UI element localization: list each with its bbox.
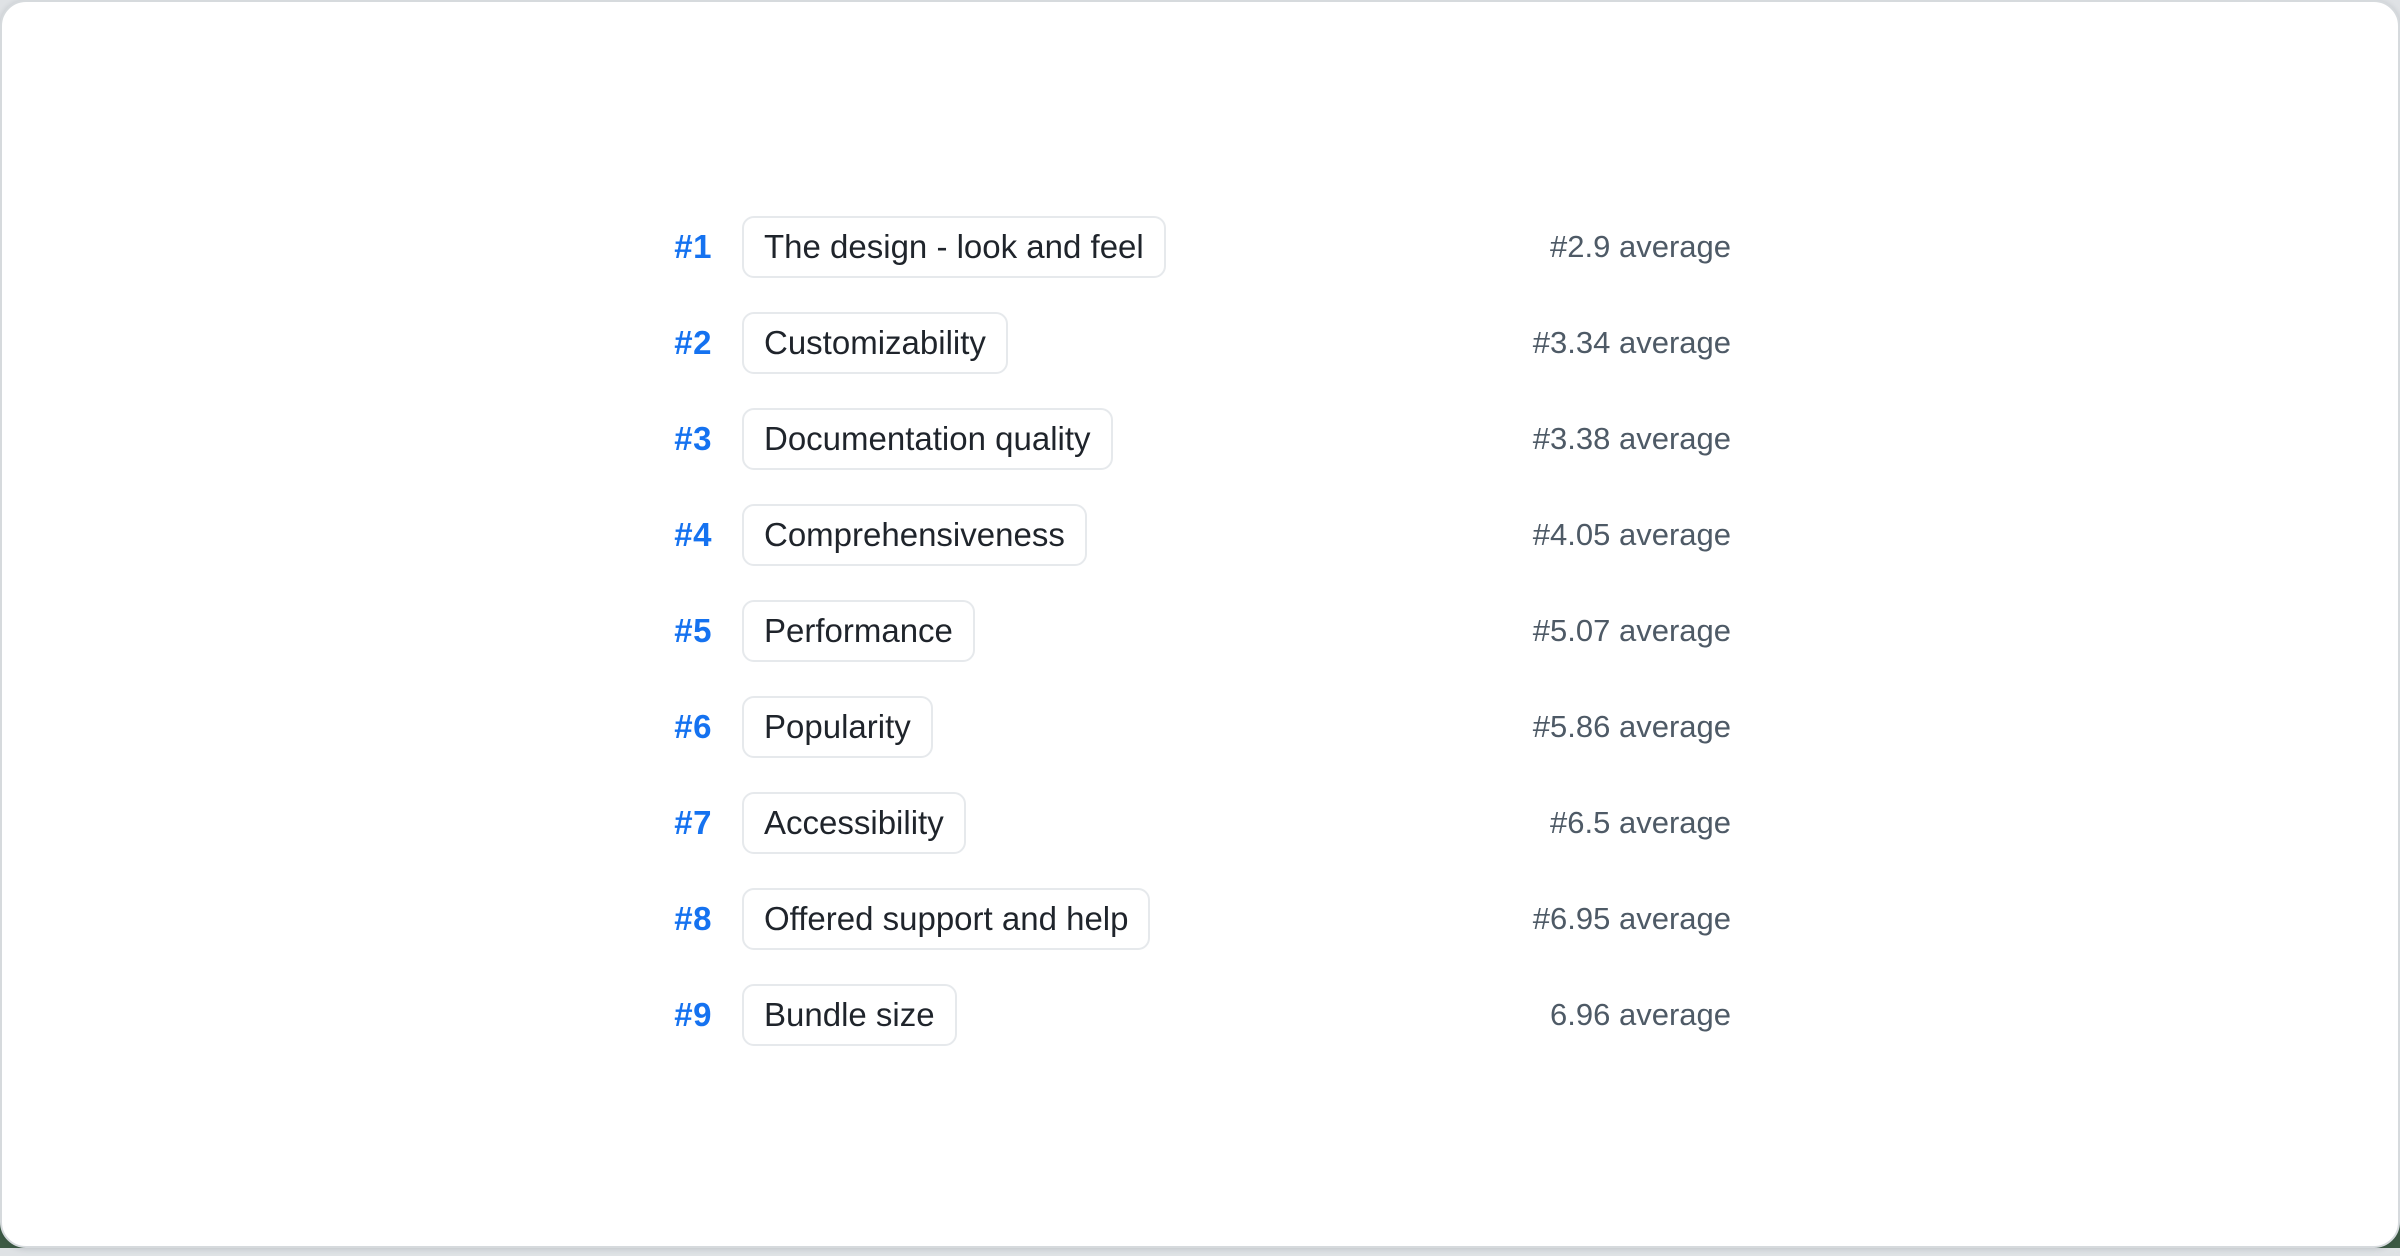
average-score: #2.9 average xyxy=(1550,229,1731,265)
average-score: #4.05 average xyxy=(1533,517,1731,553)
option-pill: Documentation quality xyxy=(742,408,1113,470)
rank-badge: #4 xyxy=(2,516,712,554)
option-label: Offered support and help xyxy=(764,900,1128,938)
rank-badge: #6 xyxy=(2,708,712,746)
rank-badge: #1 xyxy=(2,228,712,266)
option-pill: The design - look and feel xyxy=(742,216,1166,278)
rank-badge: #5 xyxy=(2,612,712,650)
option-label: The design - look and feel xyxy=(764,228,1144,266)
ranking-results-list: #1 The design - look and feel #2.9 avera… xyxy=(2,216,2398,1080)
rank-badge: #9 xyxy=(2,996,712,1034)
option-label: Customizability xyxy=(764,324,986,362)
option-pill: Comprehensiveness xyxy=(742,504,1087,566)
average-score: #3.34 average xyxy=(1533,325,1731,361)
average-score: #6.5 average xyxy=(1550,805,1731,841)
option-pill: Customizability xyxy=(742,312,1008,374)
option-pill: Bundle size xyxy=(742,984,957,1046)
ranking-row: #1 The design - look and feel #2.9 avera… xyxy=(2,216,2398,278)
option-label: Documentation quality xyxy=(764,420,1091,458)
option-label: Popularity xyxy=(764,708,911,746)
average-score: 6.96 average xyxy=(1550,997,1731,1033)
ranking-row: #9 Bundle size 6.96 average xyxy=(2,984,2398,1046)
results-card: #1 The design - look and feel #2.9 avera… xyxy=(0,0,2400,1248)
rank-badge: #7 xyxy=(2,804,712,842)
option-pill: Performance xyxy=(742,600,975,662)
option-label: Comprehensiveness xyxy=(764,516,1065,554)
ranking-row: #6 Popularity #5.86 average xyxy=(2,696,2398,758)
ranking-row: #7 Accessibility #6.5 average xyxy=(2,792,2398,854)
average-score: #5.07 average xyxy=(1533,613,1731,649)
average-score: #6.95 average xyxy=(1533,901,1731,937)
average-score: #3.38 average xyxy=(1533,421,1731,457)
option-label: Bundle size xyxy=(764,996,935,1034)
rank-badge: #8 xyxy=(2,900,712,938)
ranking-row: #5 Performance #5.07 average xyxy=(2,600,2398,662)
option-label: Performance xyxy=(764,612,953,650)
average-score: #5.86 average xyxy=(1533,709,1731,745)
option-pill: Offered support and help xyxy=(742,888,1150,950)
rank-badge: #3 xyxy=(2,420,712,458)
ranking-row: #2 Customizability #3.34 average xyxy=(2,312,2398,374)
option-pill: Popularity xyxy=(742,696,933,758)
ranking-row: #4 Comprehensiveness #4.05 average xyxy=(2,504,2398,566)
ranking-row: #8 Offered support and help #6.95 averag… xyxy=(2,888,2398,950)
option-pill: Accessibility xyxy=(742,792,966,854)
option-label: Accessibility xyxy=(764,804,944,842)
rank-badge: #2 xyxy=(2,324,712,362)
ranking-row: #3 Documentation quality #3.38 average xyxy=(2,408,2398,470)
